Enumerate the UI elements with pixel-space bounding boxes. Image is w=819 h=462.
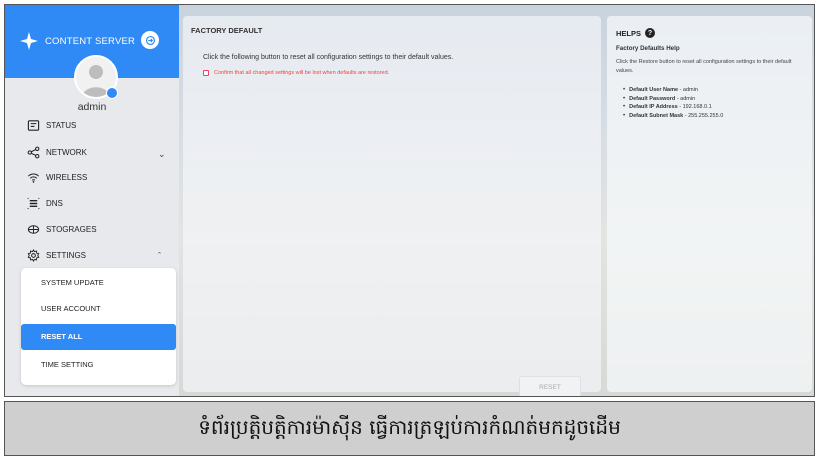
sidebar-item-label: STATUS — [46, 121, 77, 130]
help-question-icon: ? — [645, 28, 656, 38]
list-item: Default User Name - admin — [623, 86, 723, 95]
brand-logo-icon — [20, 32, 38, 50]
storage-icon — [27, 225, 40, 234]
help-panel: HELPS ? Factory Defaults Help Click the … — [607, 16, 812, 392]
confirm-reset-label: Confirm that all changed settings will b… — [214, 70, 390, 76]
chevron-down-icon[interactable]: ⌄ — [158, 149, 166, 160]
sidebar-item-network[interactable]: NETWORK — [27, 146, 87, 159]
sidebar-item-status[interactable]: STATUS — [27, 119, 76, 132]
logout-button[interactable] — [141, 31, 159, 49]
wifi-icon — [28, 173, 39, 183]
sidebar-item-storages[interactable]: STOGRAGES — [27, 223, 97, 236]
sidebar-item-label: NETWORK — [46, 148, 87, 157]
submenu-item-time-setting[interactable]: TIME SETTING — [21, 352, 176, 378]
help-title: HELPS ? — [616, 28, 656, 38]
settings-submenu: SYSTEM UPDATE USER ACCOUNT RESET ALL TIM… — [21, 268, 176, 385]
confirm-reset-checkbox-row[interactable]: Confirm that all changed settings will b… — [203, 70, 389, 76]
list-item: Default Password - admin — [623, 95, 723, 104]
sidebar-item-label: WIRELESS — [46, 173, 88, 182]
network-icon — [27, 146, 40, 159]
reset-description: Click the following button to reset all … — [203, 54, 454, 61]
sidebar-item-wireless[interactable]: WIRELESS — [27, 171, 87, 184]
username: admin — [77, 101, 107, 113]
sidebar: CONTENT SERVER admin STATUS NETWORK ⌄ WI… — [5, 5, 179, 396]
default-values-list: Default User Name - admin Default Passwo… — [623, 86, 723, 120]
submenu-item-user-account[interactable]: USER ACCOUNT — [21, 296, 176, 322]
gear-icon — [27, 249, 40, 262]
list-item: Default Subnet Mask - 255.255.255.0 — [623, 112, 723, 121]
brand: CONTENT SERVER — [19, 31, 135, 51]
help-title-label: HELPS — [616, 28, 642, 38]
sidebar-item-dns[interactable]: DNS — [27, 197, 63, 210]
dns-icon — [27, 197, 40, 210]
confirm-reset-checkbox[interactable] — [203, 70, 209, 76]
submenu-item-reset-all[interactable]: RESET ALL — [21, 324, 176, 350]
factory-default-panel: FACTORY DEFAULT Click the following butt… — [183, 16, 601, 396]
list-item: Default IP Address - 192.168.0.1 — [623, 103, 723, 112]
sidebar-item-settings[interactable]: SETTINGS — [27, 249, 86, 262]
help-subtitle: Factory Defaults Help — [616, 45, 680, 52]
reset-button[interactable]: RESET — [519, 376, 581, 396]
brand-name: CONTENT SERVER — [45, 35, 136, 47]
status-icon — [27, 120, 40, 131]
page-title: FACTORY DEFAULT — [191, 26, 263, 35]
submenu-item-system-update[interactable]: SYSTEM UPDATE — [21, 270, 176, 296]
caption: ទំព័រប្រត្តិបត្តិការម៉ាស៊ីន ធ្វើការត្រឡប… — [4, 401, 815, 456]
sidebar-item-label: SETTINGS — [46, 251, 87, 260]
chevron-up-icon[interactable]: ˆ — [158, 251, 161, 261]
sidebar-item-label: STOGRAGES — [46, 225, 97, 234]
sidebar-item-label: DNS — [46, 199, 63, 208]
edit-avatar-icon[interactable] — [106, 87, 118, 99]
logout-icon — [145, 35, 155, 45]
app-window: CONTENT SERVER admin STATUS NETWORK ⌄ WI… — [4, 4, 815, 397]
help-description: Click the Restore button to reset all co… — [616, 59, 792, 74]
